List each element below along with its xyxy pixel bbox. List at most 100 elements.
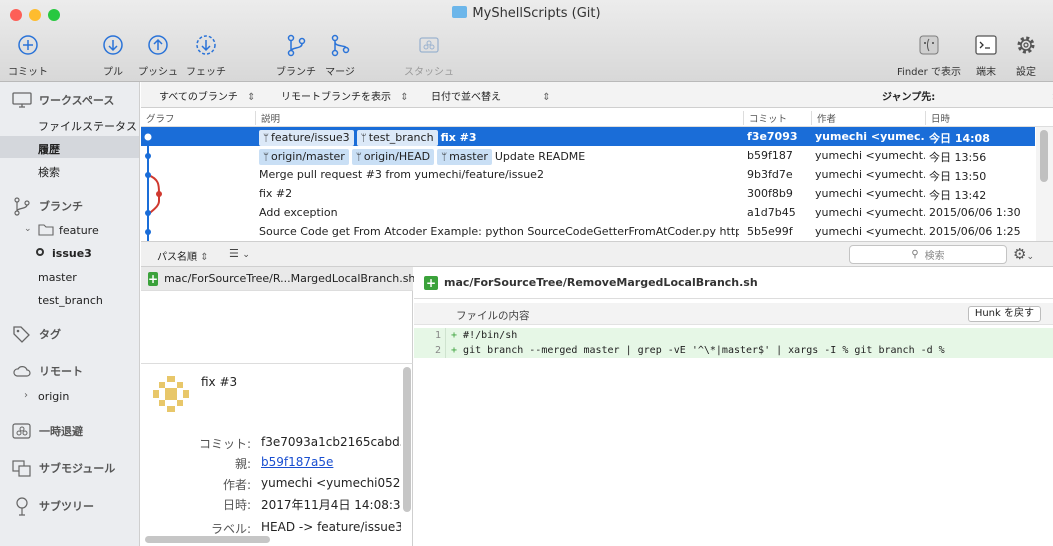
column-header-commit[interactable]: コミット — [743, 111, 787, 125]
line-number: 2 — [414, 343, 446, 358]
sidebar-section-stashes[interactable]: 一時退避 — [12, 422, 83, 440]
added-line-marker: + — [451, 330, 464, 341]
commit-description: Merge pull request #3 from yumechi/featu… — [259, 168, 739, 181]
sidebar-item-file-status[interactable]: ファイルステータス — [38, 118, 137, 134]
commit-row[interactable]: ᛘ origin/master ᛘ origin/HEAD ᛘ master Update … — [141, 146, 1035, 165]
gear-icon[interactable]: ⚙⌄ — [1013, 245, 1034, 263]
sort-by-path-dropdown[interactable]: パス名順 ⇕ — [157, 248, 209, 263]
merge-button[interactable]: マージ — [322, 33, 358, 78]
changed-files-pane: + mac/ForSourceTree/R...MargedLocalBranc… — [141, 267, 415, 363]
tag-icon — [13, 326, 30, 343]
date-label: 日時: — [222, 498, 251, 512]
diff-pane: + mac/ForSourceTree/RemoveMargedLocalBra… — [414, 267, 1053, 546]
commit-hash: 9b3fd7e — [747, 168, 793, 181]
commit-subject: fix #3 — [201, 375, 238, 389]
detail-horizontal-scrollbar[interactable] — [145, 536, 270, 543]
column-header-description[interactable]: 説明 — [255, 111, 280, 125]
all-branches-dropdown[interactable]: すべてのブランチ ⇕ — [159, 88, 255, 103]
commit-date: 今日 14:08 — [929, 132, 990, 145]
commit-description: Source Code get From Atcoder Example: py… — [259, 225, 739, 238]
commit-row[interactable]: Merge pull request #3 from yumechi/featu… — [141, 165, 1035, 184]
branch-icon: ᛘ — [263, 152, 269, 163]
commit-row[interactable]: ᛘ feature/issue3 ᛘ test_branch fix #3 f3e7093… — [141, 127, 1035, 146]
chevron-right-icon[interactable]: › — [24, 390, 28, 401]
show-remote-branches-dropdown[interactable]: リモートブランチを表示 ⇕ — [281, 88, 409, 103]
parent-label: 親: — [234, 457, 251, 471]
reverse-hunk-button[interactable]: Hunk を戻す — [967, 306, 1041, 322]
branch-icon: ᛘ — [441, 152, 448, 163]
search-input[interactable]: ⚲ 検索 — [849, 245, 1007, 264]
commit-button[interactable]: コミット — [6, 33, 50, 78]
commit-row[interactable]: Add exception a1d7b45 yumechi <yumecht... 2… — [141, 203, 1035, 222]
column-header-graph[interactable]: グラフ — [141, 111, 175, 125]
sidebar-item-master[interactable]: master — [38, 271, 77, 284]
sidebar-section-tags[interactable]: タグ — [12, 325, 61, 343]
sidebar-section-branches[interactable]: ブランチ — [12, 196, 83, 216]
column-header-author[interactable]: 作者 — [811, 111, 836, 125]
jump-to-dropdown[interactable]: ジャンプ先: ⇕ — [882, 88, 1053, 103]
commit-row[interactable]: Source Code get From Atcoder Example: py… — [141, 222, 1035, 241]
folder-icon — [38, 224, 54, 236]
chevron-down-icon[interactable]: ⌄ — [24, 224, 32, 234]
cloud-icon — [13, 366, 31, 377]
labels-value: HEAD -> feature/issue3 — [261, 520, 401, 534]
author-value: yumechi <yumechi0525( — [261, 476, 401, 490]
sidebar-item-search[interactable]: 検索 — [38, 164, 60, 180]
show-in-finder-button[interactable]: Finder で表示 — [893, 33, 965, 78]
branch-label: ᛘ master — [437, 149, 492, 165]
sort-by-date-dropdown[interactable]: 日付で並べ替え ⇕ — [431, 88, 551, 103]
commit-label: コミット: — [198, 437, 251, 451]
chevron-down-icon: ⌄ — [242, 250, 250, 260]
added-file-icon: + — [148, 271, 159, 286]
list-icon: ☰ — [229, 247, 239, 260]
branch-label: ᛘ origin/HEAD — [351, 149, 435, 165]
merge-icon — [331, 34, 350, 57]
commit-description: ᛘ origin/master ᛘ origin/HEAD ᛘ master Update … — [259, 149, 739, 165]
commit-date: 今日 13:42 — [929, 189, 987, 202]
view-options-dropdown[interactable]: ☰ ⌄ — [229, 247, 250, 260]
sidebar-section-workspace[interactable]: ワークスペース — [12, 92, 114, 108]
sidebar-item-issue3[interactable]: issue3 — [52, 247, 92, 260]
chevron-down-icon: ⌄ — [1026, 252, 1034, 262]
push-icon — [148, 35, 168, 55]
stash-icon — [419, 37, 439, 53]
sidebar-item-origin[interactable]: origin — [38, 390, 69, 403]
detail-scrollbar[interactable] — [403, 367, 411, 512]
lower-toolbar: パス名順 ⇕ ☰ ⌄ ⚲ 検索 ⚙⌄ — [141, 241, 1053, 267]
hunk-label: ファイルの内容 — [456, 310, 530, 322]
commit-list: ᛘ feature/issue3 ᛘ test_branch fix #3 f3e7093… — [141, 127, 1035, 241]
commit-hash: b59f187 — [747, 149, 793, 162]
date-value: 2017年11月4日 14:08:39 — [261, 498, 401, 512]
branch-icon — [287, 34, 306, 57]
sidebar-section-subtrees[interactable]: サブツリー — [12, 496, 94, 516]
stash-button[interactable]: スタッシュ — [402, 33, 456, 78]
commit-row[interactable]: fix #2 300f8b9 yumechi <yumecht... 今日 13:42 — [141, 184, 1035, 203]
branch-button[interactable]: ブランチ — [274, 33, 318, 78]
commit-author: yumechi <yumecht... — [815, 225, 925, 238]
settings-button[interactable]: 設定 — [1011, 33, 1041, 78]
commit-list-scroll-thumb[interactable] — [1040, 130, 1048, 182]
graph-node — [156, 191, 162, 197]
sidebar-item-feature-folder[interactable]: feature — [59, 224, 99, 237]
sidebar-section-submodules[interactable]: サブモジュール — [12, 459, 115, 477]
filter-bar: すべてのブランチ ⇕ リモートブランチを表示 ⇕ 日付で並べ替え ⇕ ジャンプ先… — [141, 82, 1053, 108]
sidebar-item-test-branch[interactable]: test_branch — [38, 294, 103, 307]
parent-hash-link[interactable]: b59f187a5e — [261, 455, 401, 469]
column-header-date[interactable]: 日時 — [925, 111, 950, 125]
commit-author: yumechi <yumecht... — [815, 206, 925, 219]
branch-label: ᛘ feature/issue3 — [259, 130, 354, 146]
pull-button[interactable]: プル — [98, 33, 128, 78]
changed-file-item[interactable]: + mac/ForSourceTree/R...MargedLocalBranc… — [141, 267, 415, 291]
commit-detail-pane: fix #3 コミット: f3e7093a1cb2165cabd5 親: b59… — [141, 363, 413, 546]
sidebar-section-remotes[interactable]: リモート — [12, 363, 83, 379]
current-branch-icon — [36, 248, 44, 256]
terminal-button[interactable]: 端末 — [971, 33, 1001, 78]
sidebar-item-history[interactable]: 履歴 — [38, 141, 60, 157]
submodule-icon — [12, 460, 31, 477]
branch-icon: ᛘ — [360, 133, 367, 144]
subtree-icon — [16, 497, 28, 516]
branch-label: ᛘ test_branch — [356, 130, 438, 146]
push-button[interactable]: プッシュ — [136, 33, 180, 78]
fetch-button[interactable]: フェッチ — [184, 33, 228, 78]
updown-chevron-icon: ⇕ — [400, 92, 409, 103]
